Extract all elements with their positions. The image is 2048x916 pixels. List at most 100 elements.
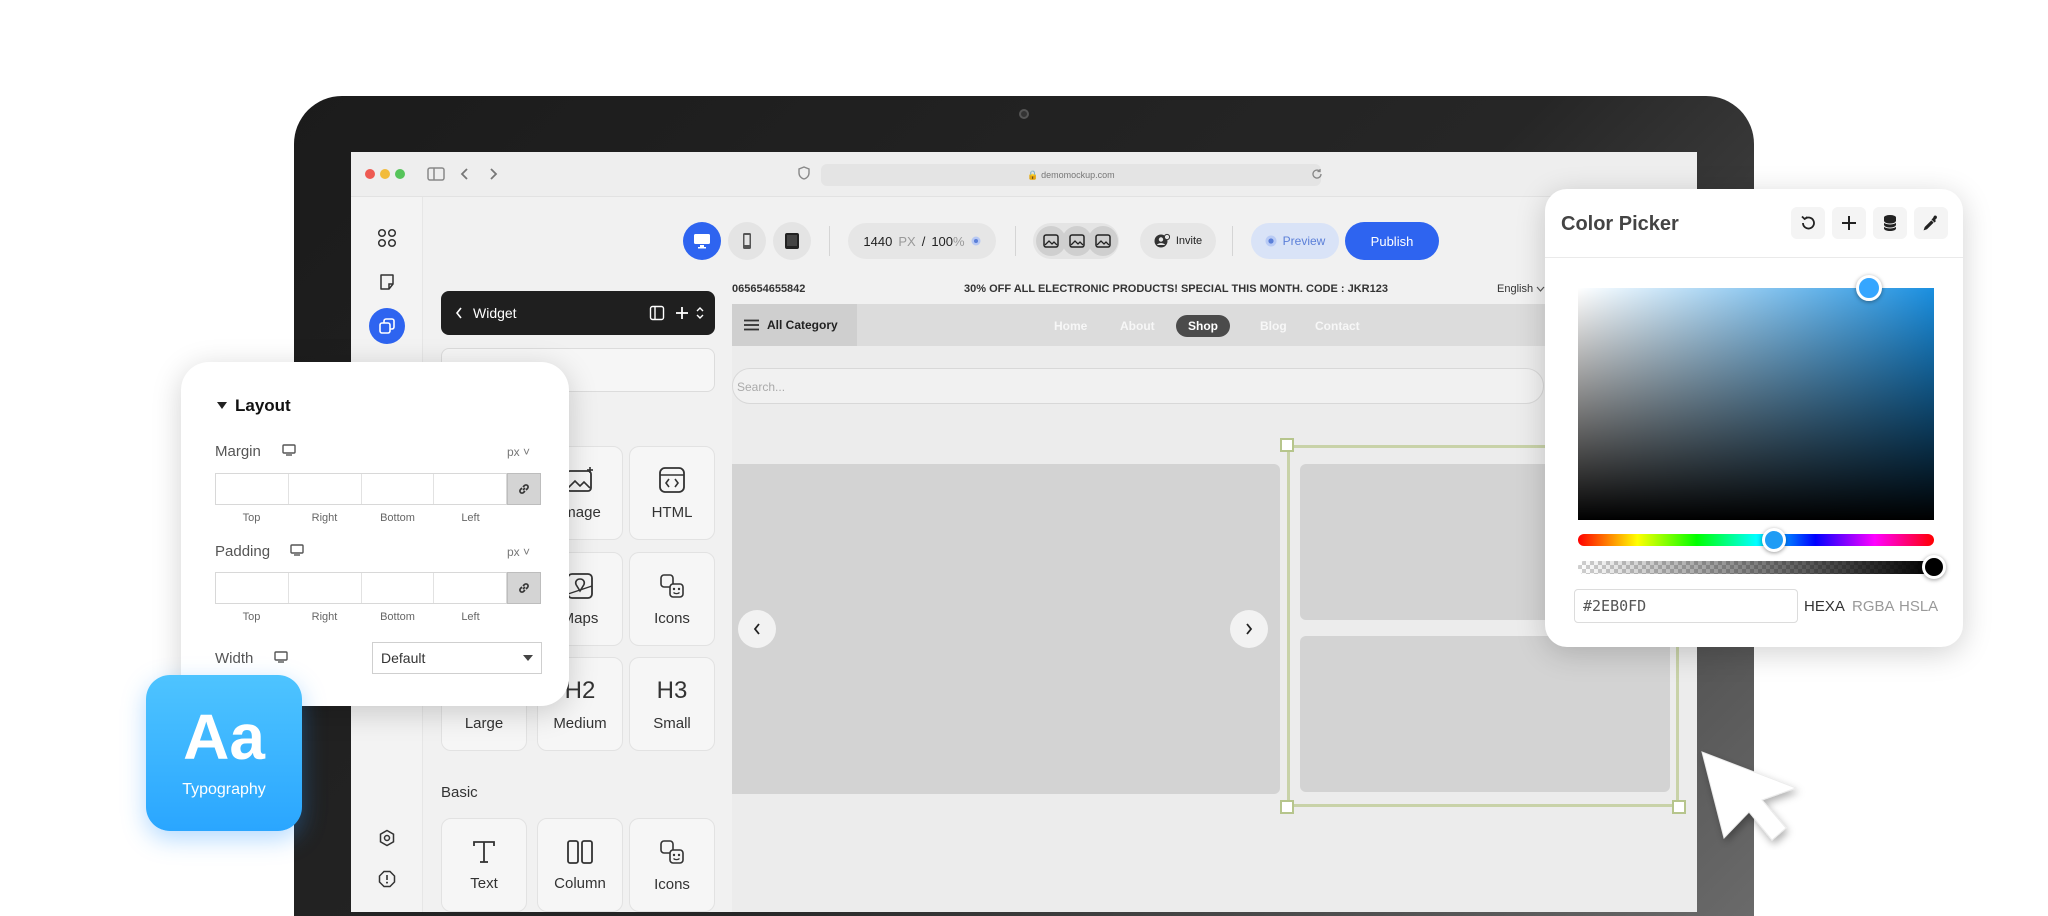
resize-handle[interactable]: [1280, 800, 1294, 814]
mobile-view-button[interactable]: [728, 222, 766, 260]
slider-next-button[interactable]: [1230, 610, 1268, 648]
all-category-button[interactable]: All Category: [732, 304, 857, 346]
nav-contact[interactable]: Contact: [1315, 315, 1360, 337]
layout-panel: Layout Margin px ˅ Top Right Bottom Left…: [181, 362, 569, 706]
resize-handle[interactable]: [1280, 438, 1294, 452]
site-search-input[interactable]: Search...: [732, 368, 1544, 404]
forward-icon[interactable]: [487, 166, 499, 182]
caret-down-icon: [217, 402, 227, 410]
invite-button[interactable]: Invite: [1140, 223, 1216, 259]
typography-glyph: Aa: [183, 701, 265, 773]
rail-apps-button[interactable]: [369, 220, 405, 256]
format-tab-hsla[interactable]: HSLA: [1899, 598, 1938, 615]
eyedropper-button[interactable]: [1914, 207, 1948, 239]
zoom-dropdown-icon[interactable]: [971, 236, 981, 246]
rail-alert-button[interactable]: [369, 861, 405, 897]
format-tab-hexa[interactable]: HEXA: [1804, 598, 1845, 615]
minimize-window-dot[interactable]: [380, 169, 390, 179]
layout-header[interactable]: Layout: [217, 396, 291, 416]
layout-toggle-icon[interactable]: [649, 305, 665, 321]
preview-label: Preview: [1282, 234, 1326, 248]
hero-slider: [732, 464, 1280, 794]
icons-icon: [658, 572, 686, 600]
widget-tile-icons-basic[interactable]: Icons: [629, 818, 715, 912]
chevron-right-icon: [1244, 622, 1254, 636]
rail-settings-button[interactable]: [369, 820, 405, 856]
saturation-value-thumb[interactable]: [1856, 275, 1882, 301]
width-select[interactable]: Default: [372, 642, 542, 674]
desktop-view-button[interactable]: [683, 222, 721, 260]
margin-link-button[interactable]: [507, 473, 541, 505]
widget-tile-icons[interactable]: Icons: [629, 552, 715, 646]
reset-color-button[interactable]: [1791, 207, 1825, 239]
widget-tile-html[interactable]: HTML: [629, 446, 715, 540]
sidebar-toggle-icon[interactable]: [427, 166, 445, 182]
caret-down-icon: [523, 655, 533, 661]
widget-tile-label: Text: [470, 874, 498, 892]
link-icon: [517, 482, 531, 496]
toolbar-divider: [829, 226, 830, 256]
side-label: Top: [242, 611, 261, 623]
format-tab-rgba[interactable]: RGBA: [1852, 598, 1895, 615]
widget-tile-text[interactable]: Text: [441, 818, 527, 912]
alpha-slider[interactable]: [1578, 555, 1946, 579]
nav-home[interactable]: Home: [1054, 315, 1087, 337]
rail-pages-button[interactable]: [369, 264, 405, 300]
padding-top-input[interactable]: [216, 573, 289, 603]
widget-tile-column[interactable]: Column: [537, 818, 623, 912]
back-icon[interactable]: [459, 166, 471, 182]
preview-icon: [1265, 235, 1277, 247]
nav-blog[interactable]: Blog: [1260, 315, 1287, 337]
nav-about[interactable]: About: [1120, 315, 1155, 337]
back-chevron-icon[interactable]: [455, 307, 463, 319]
widget-tile-heading-small[interactable]: H3 Small: [629, 657, 715, 751]
tablet-view-button[interactable]: [773, 222, 811, 260]
margin-right-input[interactable]: [289, 474, 362, 504]
widget-panel-title: Widget: [473, 305, 517, 321]
hue-slider-thumb[interactable]: [1761, 528, 1786, 552]
margin-top-input[interactable]: [216, 474, 289, 504]
padding-bottom-input[interactable]: [362, 573, 435, 603]
desktop-icon: [290, 544, 304, 556]
saturation-value-area[interactable]: [1578, 288, 1934, 520]
hex-value-input[interactable]: #2EB0FD: [1574, 589, 1798, 623]
language-selector[interactable]: English: [1497, 283, 1545, 295]
resize-handle[interactable]: [1672, 800, 1686, 814]
address-bar[interactable]: 🔒 demomockup.com: [821, 164, 1321, 186]
padding-unit-select[interactable]: px ˅: [507, 545, 530, 559]
margin-unit-select[interactable]: px ˅: [507, 445, 530, 459]
margin-bottom-input[interactable]: [362, 474, 435, 504]
invite-label: Invite: [1175, 235, 1203, 247]
settings-icon: [378, 829, 396, 847]
alpha-slider-thumb[interactable]: [1922, 555, 1946, 579]
color-picker-title: Color Picker: [1561, 213, 1679, 235]
nav-shop[interactable]: Shop: [1176, 315, 1230, 337]
reload-icon[interactable]: [1311, 168, 1323, 180]
widget-tile-label: Icons: [654, 875, 690, 893]
saved-colors-button[interactable]: [1873, 207, 1907, 239]
all-category-label: All Category: [767, 318, 838, 332]
close-window-dot[interactable]: [365, 169, 375, 179]
padding-link-button[interactable]: [507, 572, 541, 604]
side-label: Right: [311, 611, 338, 623]
canvas-size-control[interactable]: 1440 PX / 100%: [848, 223, 996, 259]
padding-left-input[interactable]: [434, 573, 506, 603]
browser-bar: 🔒 demomockup.com: [351, 152, 1697, 197]
size-separator: /: [921, 233, 926, 249]
rail-widgets-button[interactable]: [369, 308, 405, 344]
slider-prev-button[interactable]: [738, 610, 776, 648]
avatar: [1088, 226, 1118, 256]
side-label: Left: [461, 512, 480, 524]
publish-button[interactable]: Publish: [1345, 222, 1439, 260]
collapse-icon[interactable]: [695, 305, 705, 321]
collaborator-avatars[interactable]: [1033, 223, 1119, 259]
margin-left-input[interactable]: [434, 474, 506, 504]
desktop-icon: [693, 233, 711, 249]
maximize-window-dot[interactable]: [395, 169, 405, 179]
preview-button[interactable]: Preview: [1251, 223, 1339, 259]
margin-inputs: [215, 473, 507, 505]
hue-slider[interactable]: [1578, 528, 1934, 552]
add-swatch-button[interactable]: [1832, 207, 1866, 239]
plus-icon[interactable]: [674, 305, 690, 321]
padding-right-input[interactable]: [289, 573, 362, 603]
